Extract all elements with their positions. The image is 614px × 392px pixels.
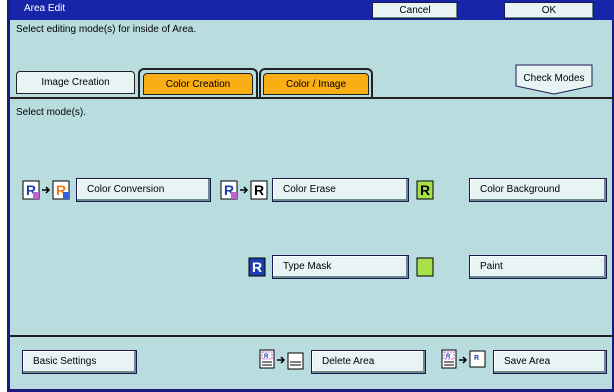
paint-button[interactable]: Paint xyxy=(469,255,607,279)
color-conversion-button[interactable]: Color Conversion xyxy=(76,178,211,202)
cancel-button[interactable]: Cancel xyxy=(372,2,458,19)
color-background-icon: R xyxy=(416,180,434,203)
instruction-text: Select editing mode(s) for inside of Are… xyxy=(16,24,197,35)
ok-button[interactable]: OK xyxy=(504,2,594,19)
check-modes-label: Check Modes xyxy=(523,73,585,84)
tab-color-image[interactable]: Color / Image xyxy=(263,73,369,95)
paint-icon xyxy=(416,257,434,280)
select-mode-text: Select mode(s). xyxy=(16,107,87,118)
svg-text:R: R xyxy=(254,182,264,198)
type-mask-button[interactable]: Type Mask xyxy=(272,255,409,279)
color-erase-button[interactable]: Color Erase xyxy=(272,178,409,202)
color-erase-icon: R R xyxy=(220,180,272,203)
svg-text:R: R xyxy=(252,259,262,275)
color-conversion-icon: R R xyxy=(22,180,74,203)
svg-text:R: R xyxy=(446,354,451,360)
svg-text:R: R xyxy=(264,354,269,360)
save-area-button[interactable]: Save Area xyxy=(493,350,607,374)
color-background-button[interactable]: Color Background xyxy=(469,178,607,202)
window-title: Area Edit xyxy=(24,3,66,14)
tab-color-creation[interactable]: Color Creation xyxy=(143,73,253,95)
save-area-icon: R R xyxy=(441,348,489,375)
tab-image-creation[interactable]: Image Creation xyxy=(16,71,135,94)
svg-text:R: R xyxy=(420,182,430,198)
tab-underline xyxy=(10,97,614,99)
left-border xyxy=(7,0,10,392)
footer-divider xyxy=(10,335,614,337)
basic-settings-button[interactable]: Basic Settings xyxy=(22,350,137,374)
delete-area-button[interactable]: Delete Area xyxy=(311,350,426,374)
delete-area-icon: R xyxy=(259,348,307,375)
svg-text:R: R xyxy=(474,355,479,362)
check-modes-button[interactable]: Check Modes xyxy=(515,64,593,95)
type-mask-icon: R xyxy=(248,257,266,280)
